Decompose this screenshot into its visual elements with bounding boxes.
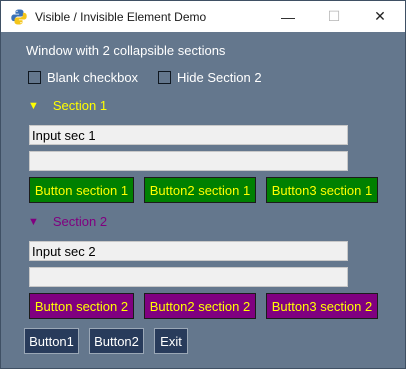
intro-text: Window with 2 collapsible sections: [26, 43, 226, 58]
window-content: Window with 2 collapsible sections Blank…: [1, 32, 405, 368]
exit-button[interactable]: Exit: [154, 328, 188, 354]
checkbox-box[interactable]: [158, 71, 171, 84]
section1-title[interactable]: Section 1: [53, 98, 107, 113]
minimize-button[interactable]: —: [265, 1, 311, 32]
section1-input2[interactable]: [29, 151, 348, 171]
button1[interactable]: Button1: [24, 328, 79, 354]
section2-title[interactable]: Section 2: [53, 214, 107, 229]
app-window: Visible / Invisible Element Demo — ☐ ✕ W…: [0, 0, 406, 369]
section1-input[interactable]: [29, 125, 348, 145]
maximize-icon: ☐: [327, 8, 341, 24]
button-section1[interactable]: Button section 1: [29, 177, 134, 203]
section2-input2[interactable]: [29, 267, 348, 287]
button-section2[interactable]: Button section 2: [29, 293, 134, 319]
checkbox-label: Blank checkbox: [47, 70, 139, 85]
collapse-arrow-icon[interactable]: ▼: [28, 216, 39, 228]
section1-header[interactable]: ▼ Section 1: [28, 98, 107, 113]
button2-section2[interactable]: Button2 section 2: [144, 293, 256, 319]
python-icon: [11, 9, 27, 24]
section2-input[interactable]: [29, 241, 348, 261]
checkbox-label: Hide Section 2: [177, 70, 262, 85]
button3-section2[interactable]: Button3 section 2: [266, 293, 378, 319]
maximize-button[interactable]: ☐: [311, 1, 357, 32]
title-bar[interactable]: Visible / Invisible Element Demo — ☐ ✕: [1, 1, 405, 32]
close-button[interactable]: ✕: [357, 1, 403, 32]
minimize-icon: —: [281, 8, 295, 25]
collapse-arrow-icon[interactable]: ▼: [28, 100, 39, 112]
button2[interactable]: Button2: [89, 328, 144, 354]
button2-section1[interactable]: Button2 section 1: [144, 177, 256, 203]
section2-header[interactable]: ▼ Section 2: [28, 214, 107, 229]
hide-section2-checkbox[interactable]: Hide Section 2: [158, 70, 262, 85]
window-title: Visible / Invisible Element Demo: [35, 9, 207, 24]
button3-section1[interactable]: Button3 section 1: [266, 177, 378, 203]
checkbox-box[interactable]: [28, 71, 41, 84]
close-icon: ✕: [374, 8, 386, 24]
blank-checkbox[interactable]: Blank checkbox: [28, 70, 138, 85]
